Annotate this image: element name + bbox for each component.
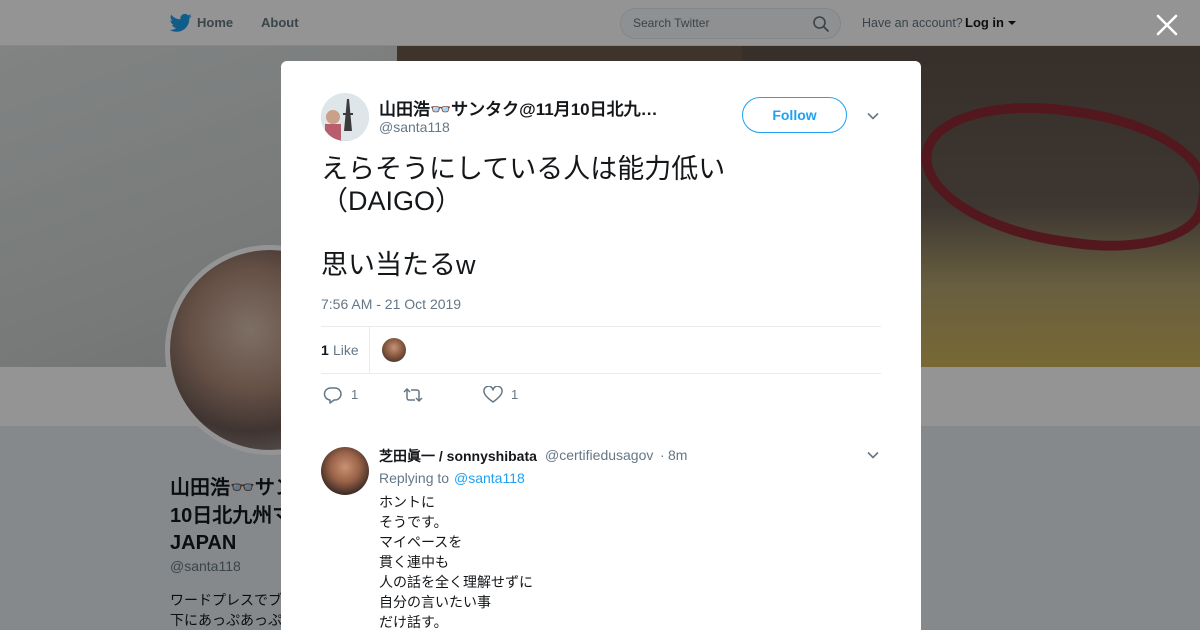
reply-text-line: マイペースを — [379, 534, 463, 550]
tweet-stats: 1 Like — [321, 326, 881, 374]
reply-icon[interactable] — [323, 386, 343, 404]
replying-prefix: Replying to — [379, 470, 450, 486]
author-avatar-image — [321, 93, 369, 141]
follow-button[interactable]: Follow — [742, 97, 847, 133]
chevron-down-icon[interactable] — [866, 448, 880, 462]
reply-text-line: だけ話す。 — [379, 614, 448, 630]
author-handle[interactable]: @santa118 — [379, 119, 450, 135]
reply-author-avatar[interactable] — [321, 447, 369, 495]
reply-text-line: 自分の言いたい事 — [379, 594, 491, 610]
tweet-text-line: （DAIGO） — [321, 186, 463, 216]
author-name[interactable]: 山田浩👓サンタク@11月10日北九… — [379, 95, 689, 120]
tweet-text-gap — [321, 217, 881, 249]
like-count[interactable]: 1 — [321, 342, 329, 358]
tweet-text-line: えらそうにしている人は能力低い — [321, 154, 726, 184]
reply-text: ホントに そうです。 マイペースを 貫く連中も 人の話を全く理解せずに 自分の言… — [379, 492, 533, 630]
retweet-icon[interactable] — [402, 386, 424, 404]
reply-text-line: 人の話を全く理解せずに — [379, 574, 533, 590]
tweet-timestamp[interactable]: 7:56 AM - 21 Oct 2019 — [321, 296, 461, 312]
reply-count: 1 — [351, 387, 359, 402]
author-avatar[interactable] — [321, 93, 369, 141]
liker-avatar[interactable] — [382, 338, 406, 362]
reply-time[interactable]: 8m — [668, 447, 687, 463]
chevron-down-icon[interactable] — [866, 109, 880, 123]
tweet-modal: 山田浩👓サンタク@11月10日北九… @santa118 Follow えらそう… — [281, 61, 921, 630]
reply-author-name[interactable]: 芝田眞一 / sonnyshibata — [379, 446, 537, 466]
tweet-text-line: 思い当たるw — [321, 250, 476, 280]
reply-text-line: そうです。 — [379, 514, 448, 530]
like-action-count: 1 — [511, 387, 519, 402]
reply-text-line: 貫く連中も — [379, 554, 449, 570]
heart-icon[interactable] — [483, 386, 503, 404]
replying-to-link[interactable]: @santa118 — [454, 470, 525, 486]
reply-text-line: ホントに — [379, 494, 435, 510]
tweet-text: えらそうにしている人は能力低い （DAIGO） 思い当たるw — [321, 153, 881, 281]
reply-separator: · — [660, 447, 665, 463]
like-label[interactable]: Like — [333, 342, 359, 358]
close-icon[interactable] — [1154, 12, 1180, 38]
reply-author-handle[interactable]: @certifiedusagov — [545, 447, 653, 463]
stats-divider — [369, 327, 370, 373]
